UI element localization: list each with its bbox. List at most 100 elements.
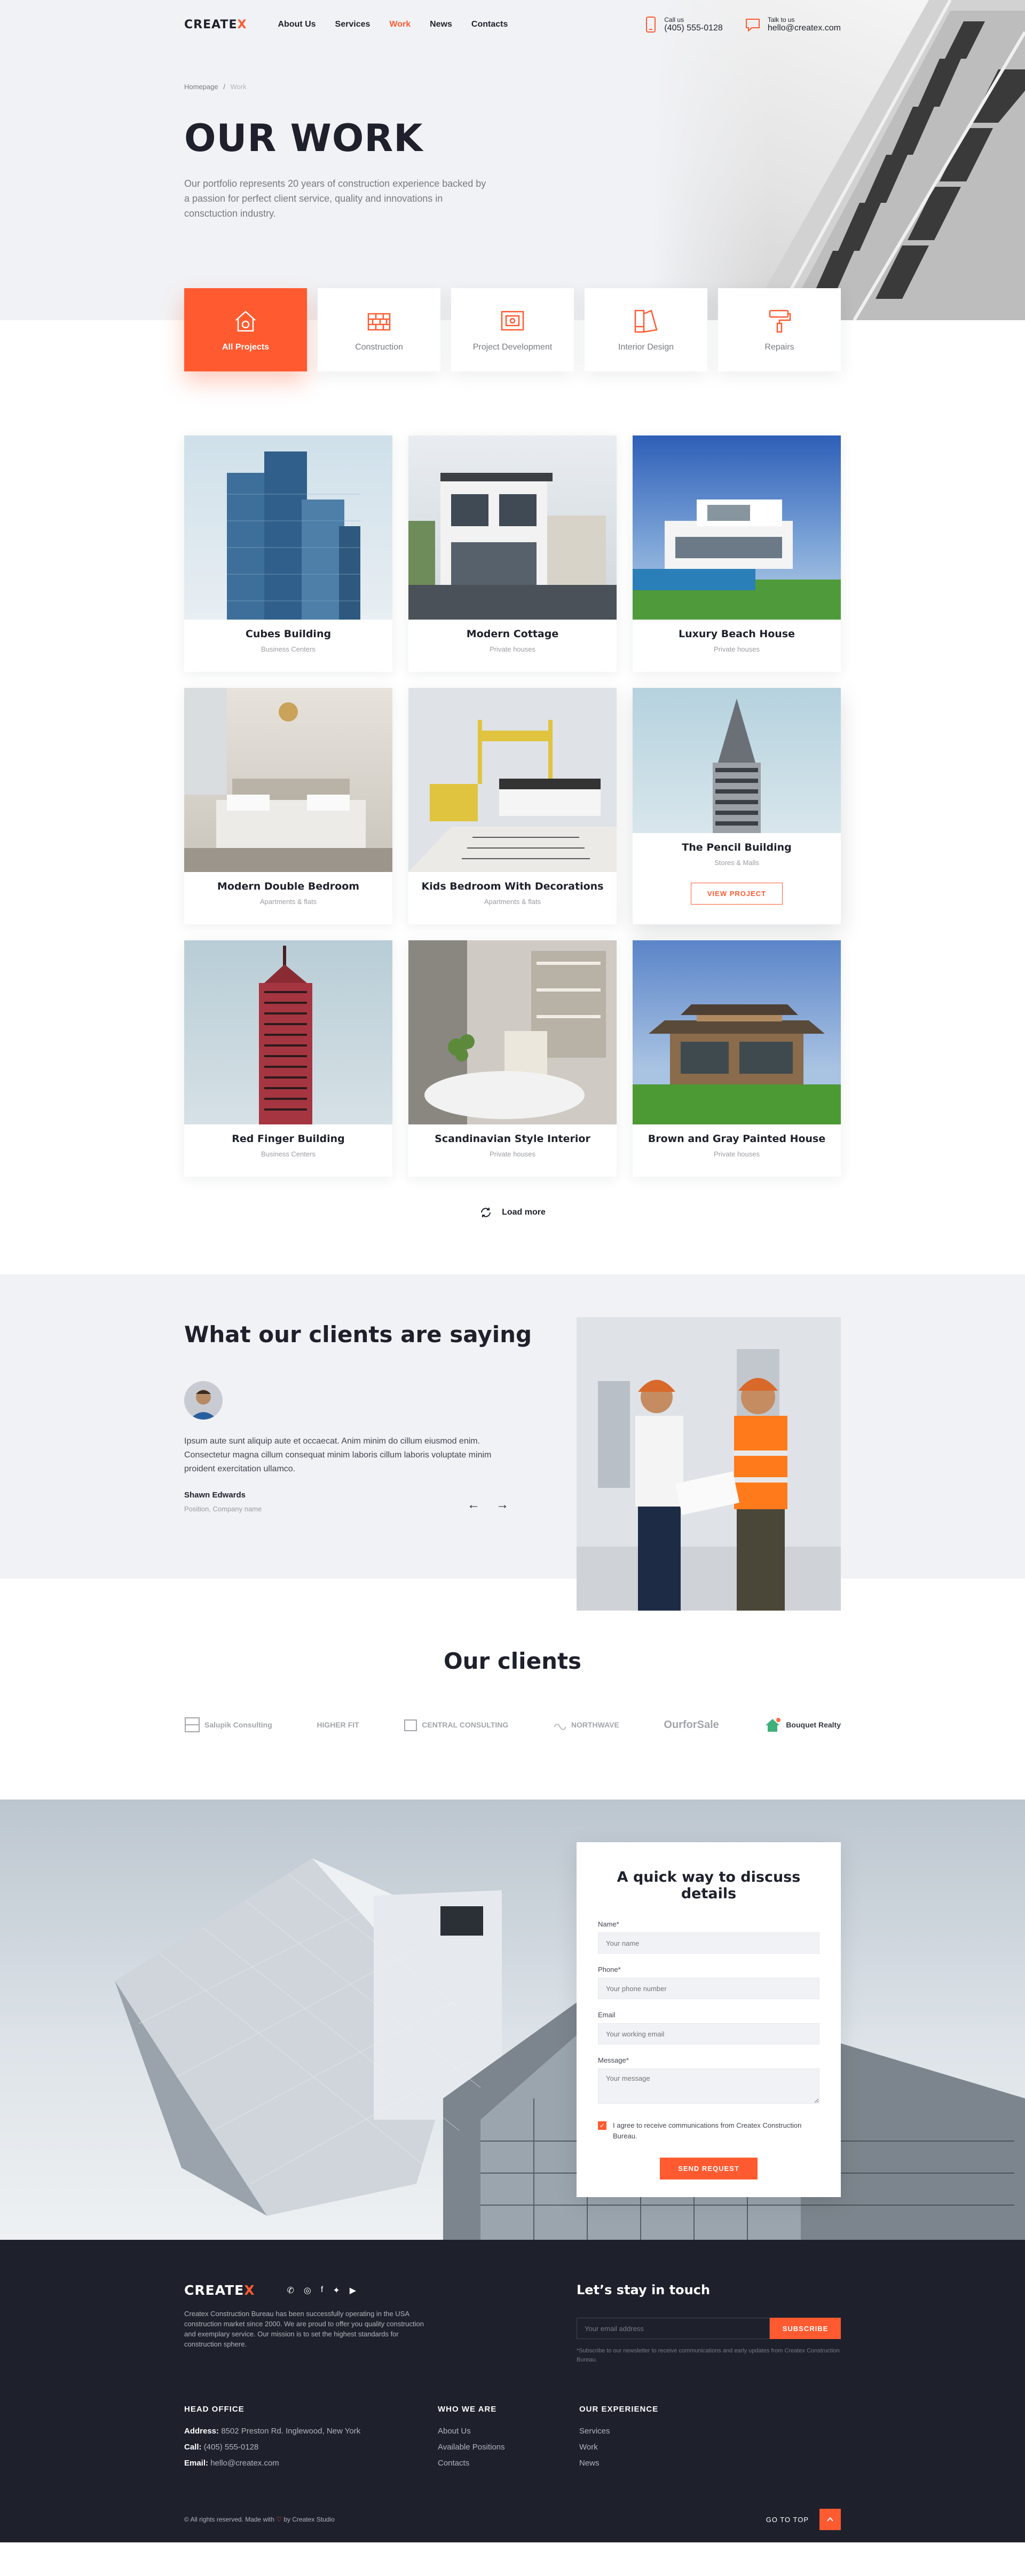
header-call[interactable]: Call us (405) 555-0128 (644, 16, 723, 33)
footer-link[interactable]: Contacts (438, 2455, 579, 2471)
facebook-icon[interactable]: f (321, 2285, 323, 2296)
project-title[interactable]: Luxury Beach House (633, 628, 841, 640)
phone-icon (646, 17, 656, 33)
subscribe-email-input[interactable]: Your email address (577, 2318, 770, 2339)
category-repairs[interactable]: Repairs (718, 288, 841, 371)
go-to-top-button[interactable]: GO TO TOP (766, 2509, 841, 2530)
project-card[interactable]: Modern Double Bedroom Apartments & flats (184, 688, 392, 924)
breadcrumb-home[interactable]: Homepage (184, 83, 218, 91)
square-logo-icon (185, 1717, 200, 1732)
client-logo[interactable]: NORTHWAVE (553, 1711, 619, 1738)
footer-head-office: HEAD OFFICE Address: 8502 Preston Rd. In… (184, 2405, 361, 2468)
project-card[interactable]: Luxury Beach House Private houses (633, 435, 841, 672)
blueprint-icon (499, 307, 526, 335)
project-category: Stores & Malls (714, 859, 759, 867)
project-title[interactable]: Modern Double Bedroom (184, 881, 392, 892)
category-project-development[interactable]: Project Development (451, 288, 574, 371)
client-logo[interactable]: CENTRAL CONSULTING (404, 1711, 508, 1738)
project-card[interactable]: Scandinavian Style Interior Private house… (408, 940, 617, 1177)
project-title[interactable]: Brown and Gray Painted House (633, 1133, 841, 1145)
phone-input[interactable] (598, 1978, 819, 1999)
wave-logo-icon (554, 1724, 566, 1730)
consent-checkbox[interactable]: ✓ (598, 2121, 606, 2130)
heart-icon: ♡ (276, 2516, 282, 2523)
category-construction[interactable]: Construction (318, 288, 440, 371)
breadcrumb: Homepage / Work (184, 83, 247, 91)
house-icon (232, 307, 259, 335)
project-card[interactable]: Red Finger Building Business Centers (184, 940, 392, 1177)
nav-contacts[interactable]: Contacts (471, 20, 508, 29)
testimonials-section: What our clients are saying Ipsum aute s… (0, 1274, 1025, 1611)
building-logo-icon (404, 1719, 417, 1731)
page-title: OUR WORK (184, 116, 423, 160)
twitter-icon[interactable]: ✦ (333, 2285, 340, 2296)
project-category: Business Centers (261, 645, 316, 653)
logo[interactable]: CREATEX (184, 18, 247, 31)
projects-grid: Cubes Building Business Centers Modern Co… (184, 435, 841, 1177)
project-title[interactable]: Cubes Building (184, 628, 392, 640)
chat-icon (745, 19, 760, 31)
site-header: CREATEX About Us Services Work News Cont… (0, 0, 1025, 49)
footer-email[interactable]: hello@createx.com (210, 2459, 279, 2468)
footer-link[interactable]: Services (579, 2423, 658, 2439)
project-title[interactable]: Scandinavian Style Interior (408, 1133, 617, 1145)
project-image (633, 940, 841, 1124)
nav-work[interactable]: Work (389, 20, 411, 29)
project-title[interactable]: Modern Cottage (408, 628, 617, 640)
consent-label: I agree to receive communications from C… (613, 2121, 802, 2140)
subscribe-button[interactable]: SUBSCRIBE (770, 2318, 841, 2339)
load-more-button[interactable]: Load more (184, 1206, 841, 1219)
footer-logo[interactable]: CREATEX (184, 2282, 255, 2298)
client-logo[interactable]: Salupik Consulting (184, 1711, 272, 1738)
prev-arrow-icon[interactable]: ← (467, 1497, 480, 1512)
whatsapp-icon[interactable]: ✆ (287, 2285, 294, 2296)
nav-services[interactable]: Services (335, 20, 370, 29)
project-title[interactable]: Kids Bedroom With Decorations (408, 881, 617, 892)
subscribe-note: *Subscribe to our newsletter to receive … (577, 2348, 840, 2363)
cta-building-image (115, 1858, 1025, 2240)
header-email: hello@createx.com (767, 23, 841, 33)
name-input[interactable] (598, 1932, 819, 1954)
footer-link[interactable]: Work (579, 2439, 658, 2455)
project-title[interactable]: The Pencil Building (633, 842, 841, 853)
view-project-button[interactable]: VIEW PROJECT (690, 883, 783, 905)
client-logo[interactable]: Bouquet Realty (763, 1711, 841, 1738)
category-all-projects[interactable]: All Projects (184, 288, 307, 371)
client-logo[interactable]: HIGHER FIT (317, 1711, 359, 1738)
footer-phone[interactable]: (405) 555-0128 (204, 2443, 259, 2452)
project-image (184, 940, 392, 1124)
header-phone: (405) 555-0128 (664, 23, 723, 33)
next-arrow-icon[interactable]: → (496, 1497, 509, 1512)
hero-section: CREATEX About Us Services Work News Cont… (0, 0, 1025, 320)
email-input[interactable] (598, 2023, 819, 2044)
message-input[interactable] (598, 2068, 819, 2104)
category-interior-design[interactable]: Interior Design (585, 288, 707, 371)
project-card[interactable]: Kids Bedroom With Decorations Apartments … (408, 688, 617, 924)
project-category: Private houses (490, 645, 535, 653)
project-card[interactable]: Modern Cottage Private houses (408, 435, 617, 672)
project-category: Business Centers (261, 1150, 316, 1158)
testimonial-author: Shawn Edwards (184, 1491, 246, 1500)
footer-link[interactable]: Available Positions (438, 2439, 579, 2455)
project-image (408, 435, 617, 620)
footer-link[interactable]: About Us (438, 2423, 579, 2439)
client-logo[interactable]: OurforSale (664, 1711, 719, 1738)
project-card[interactable]: Brown and Gray Painted House Private hous… (633, 940, 841, 1177)
clients-section: Our clients Salupik Consulting HIGHER FI… (184, 1648, 841, 1738)
project-card[interactable]: Cubes Building Business Centers (184, 435, 392, 672)
nav-about-us[interactable]: About Us (278, 20, 316, 29)
project-title[interactable]: Red Finger Building (184, 1133, 392, 1145)
project-category: Private houses (714, 645, 760, 653)
project-card[interactable]: The Pencil Building Stores & Malls VIEW … (633, 688, 841, 924)
footer-link[interactable]: News (579, 2455, 658, 2471)
category-filters: All Projects Construction Project Develo… (184, 288, 841, 371)
nav-news[interactable]: News (430, 20, 452, 29)
form-heading: A quick way to discuss details (617, 1869, 801, 1902)
send-request-button[interactable]: SEND REQUEST (660, 2158, 758, 2179)
messenger-icon[interactable]: ◎ (304, 2285, 311, 2296)
youtube-icon[interactable]: ▶ (350, 2285, 356, 2296)
project-image (408, 940, 617, 1124)
header-talk[interactable]: Talk to us hello@createx.com (744, 16, 841, 33)
project-category: Apartments & flats (259, 898, 317, 906)
hero-description: Our portfolio represents 20 years of con… (184, 178, 486, 219)
